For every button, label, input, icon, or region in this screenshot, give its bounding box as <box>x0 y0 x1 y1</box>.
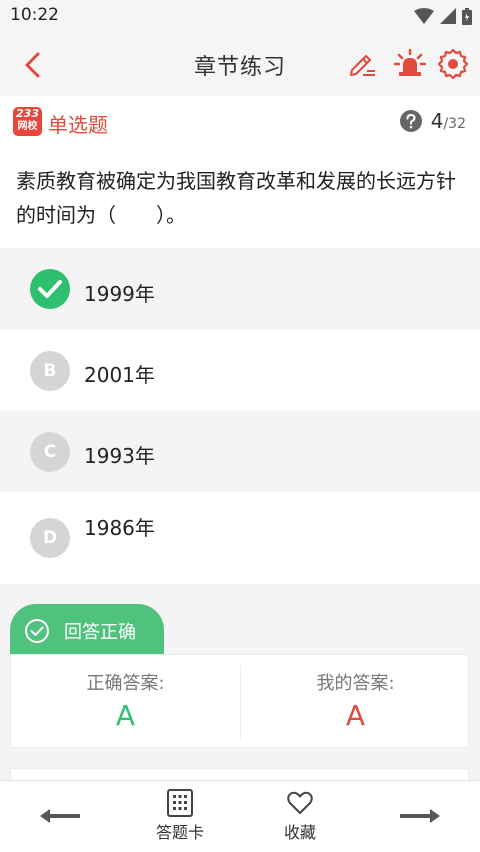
option-text: 2001年 <box>84 363 155 387</box>
brand-logo: 233 网校 <box>13 107 42 136</box>
option-c[interactable]: C 1993年 <box>0 411 480 492</box>
question-type-bar: 233 网校 单选题 4/32 <box>0 96 480 148</box>
grid-calculator-icon <box>167 789 193 817</box>
check-circle-icon <box>25 619 49 643</box>
logo-text: 网校 <box>17 121 38 132</box>
option-b[interactable]: B 2001年 <box>0 330 480 411</box>
option-a[interactable]: 1999年 <box>0 249 480 330</box>
wifi-icon <box>414 8 434 24</box>
heart-icon <box>287 791 313 814</box>
favorite-button[interactable]: 收藏 <box>260 787 340 847</box>
logo-number: 233 <box>16 107 39 120</box>
correct-check-icon <box>30 269 70 309</box>
option-letter: D <box>30 518 70 558</box>
settings-gear-icon[interactable] <box>437 48 469 80</box>
total-questions: /32 <box>443 116 466 132</box>
next-arrow-icon[interactable] <box>398 805 442 827</box>
help-icon[interactable] <box>400 110 422 132</box>
question-progress: 4/32 <box>431 109 466 133</box>
status-time: 10:22 <box>10 5 59 25</box>
current-question-number: 4 <box>430 109 444 133</box>
app-header: 章节练习 <box>0 32 480 96</box>
favorite-label: 收藏 <box>283 823 316 842</box>
edit-icon[interactable] <box>346 48 378 80</box>
result-status-tab: 回答正确 <box>10 604 164 656</box>
my-answer-label: 我的答案: <box>316 673 395 694</box>
my-answer-value: A <box>345 699 366 732</box>
correct-answer-column: 正确答案: A <box>11 655 240 749</box>
option-text: 1993年 <box>84 444 155 468</box>
correct-answer-value: A <box>115 699 136 732</box>
battery-icon <box>462 7 472 25</box>
bottom-nav: 答题卡 收藏 <box>0 780 480 852</box>
option-letter: C <box>30 432 70 472</box>
correct-answer-label: 正确答案: <box>86 673 165 694</box>
answer-comparison-card: 正确答案: A 我的答案: A <box>10 654 469 748</box>
option-text: 1986年 <box>84 516 155 540</box>
my-answer-column: 我的答案: A <box>241 655 470 749</box>
signal-icon <box>440 8 456 24</box>
option-d[interactable]: D 1986年 <box>0 492 480 584</box>
result-status-text: 回答正确 <box>64 622 136 643</box>
question-text: 素质教育被确定为我国教育改革和发展的长远方针的时间为（ ）。 <box>16 169 456 227</box>
status-icons <box>414 7 472 25</box>
previous-arrow-icon[interactable] <box>38 805 82 827</box>
question-box: 素质教育被确定为我国教育改革和发展的长远方针的时间为（ ）。 <box>0 148 480 248</box>
status-bar: 10:22 <box>0 0 480 32</box>
alarm-light-icon[interactable] <box>394 48 426 80</box>
option-letter: B <box>30 351 70 391</box>
answer-card-button[interactable]: 答题卡 <box>140 787 220 847</box>
answer-card-label: 答题卡 <box>155 823 204 842</box>
question-type-label: 单选题 <box>48 113 108 137</box>
option-text: 1999年 <box>84 282 155 306</box>
